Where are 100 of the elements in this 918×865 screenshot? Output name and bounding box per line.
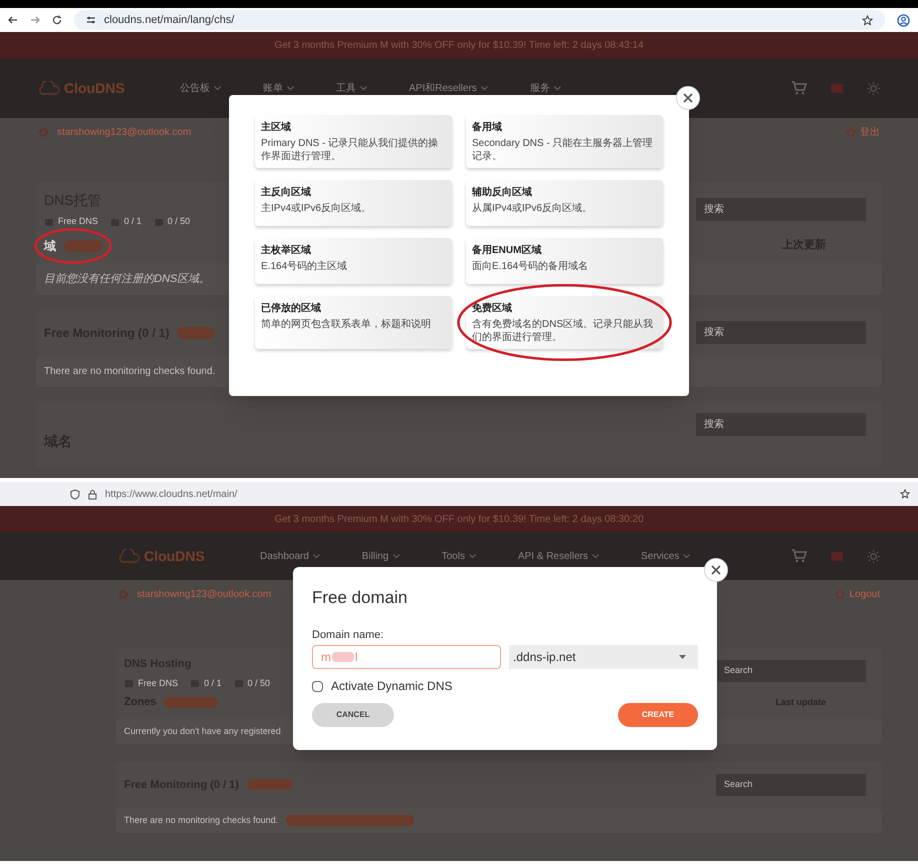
nav-item[interactable]: Billing (362, 548, 400, 564)
flag-icon[interactable] (831, 552, 843, 560)
cancel-button[interactable]: CANCEL (312, 703, 394, 727)
promo-text: Get 3 months Premium M with 30% OFF only for $10.39! Time left: 2 days 08:43:14 (274, 38, 644, 52)
card-description: 简单的网页包含联系表单，标题和说明 (261, 318, 432, 331)
address-bar[interactable]: cloudns.net/main/lang/chs/ (74, 10, 885, 30)
nav-item[interactable]: 账单 (263, 80, 294, 96)
stat-text: 0 / 1 (204, 676, 222, 690)
nav-item[interactable]: 工具 (336, 80, 367, 96)
nav-item[interactable]: API和Resellers (409, 80, 488, 96)
sun-icon[interactable] (867, 82, 880, 94)
nav-item[interactable]: Dashboard (260, 548, 320, 564)
card-description: E.164号码的主区域 (261, 260, 348, 273)
chevron-down-icon (287, 86, 294, 90)
site-settings-icon (86, 15, 96, 25)
add-check-badge[interactable] (177, 326, 216, 338)
stat-text: 0 / 50 (168, 215, 190, 228)
card-description: 含有免费域名的DNS区域。记录只能从我们的界面进行管理。 (472, 318, 654, 344)
chevron-down-icon (312, 554, 320, 558)
chevron-down-icon (592, 554, 599, 558)
domain-name-field[interactable]: m l (312, 645, 502, 669)
lock-icon (88, 488, 97, 500)
reload-icon[interactable] (52, 15, 62, 25)
search-field[interactable]: 搜索 (696, 198, 866, 221)
card-title: 备用ENUM区域 (472, 244, 542, 258)
forward-icon[interactable] (30, 15, 40, 25)
card-description: Primary DNS - 记录只能从我们提供的操作界面进行管理。 (261, 137, 440, 163)
card-description: 从属IPv4或IPv6反向区域。 (472, 202, 594, 215)
stat-text: Free DNS (58, 215, 98, 228)
zone-type-card[interactable]: 主枚举区域 E.164号码的主区域 (255, 238, 452, 284)
card-title: 辅助反向区域 (472, 186, 533, 200)
logout-button[interactable]: Logout (835, 586, 880, 602)
search-field[interactable]: Search (716, 774, 866, 796)
card-description: 面向E.164号码的备用域名 (472, 260, 590, 273)
card-title: 主反向区域 (261, 185, 312, 200)
cloud-logo-icon[interactable] (38, 81, 60, 95)
cloud-logo-icon[interactable] (118, 549, 140, 563)
checkbox[interactable] (312, 680, 323, 692)
stat-text: Free DNS (138, 676, 178, 690)
url-text: cloudns.net/main/lang/chs/ (104, 12, 234, 28)
create-button[interactable]: CREATE (618, 703, 698, 727)
card-title: 主枚举区域 (261, 243, 312, 258)
close-icon (683, 93, 693, 103)
profile-icon[interactable] (897, 14, 910, 26)
card-title: 免费区域 (472, 302, 513, 316)
user-email[interactable]: starshowing123@outlook.com (137, 586, 272, 602)
chevron-down-icon (554, 86, 561, 90)
sun-icon[interactable] (867, 550, 880, 562)
cart-icon[interactable] (791, 81, 807, 95)
add-check-badge[interactable] (286, 814, 414, 826)
nav-item[interactable]: API & Resellers (518, 548, 599, 564)
chevron-down-icon (360, 86, 367, 90)
stat-text: 0 / 50 (248, 676, 270, 690)
chevron-down-icon (480, 86, 488, 90)
card-title: 主区域 (261, 120, 292, 135)
zone-type-card[interactable]: 主区域 Primary DNS - 记录只能从我们提供的操作界面进行管理。 (255, 115, 452, 168)
chevron-down-icon (468, 554, 476, 558)
nav-item[interactable]: 公告板 (180, 80, 221, 96)
chevron-down-icon (683, 554, 690, 558)
section-label: 域 (44, 238, 56, 254)
card-title: 备用域 (472, 120, 503, 135)
star-icon[interactable] (900, 489, 910, 499)
url-text: https://www.cloudns.net/main/ (105, 488, 238, 502)
nav-item[interactable]: Tools (442, 548, 476, 564)
zone-type-card[interactable]: 备用域 Secondary DNS - 只能在主服务器上管理记录。 (466, 115, 663, 168)
user-email[interactable]: starshowing123@outlook.com (57, 124, 192, 140)
checkbox-label: Activate Dynamic DNS (331, 678, 452, 695)
power-icon (846, 127, 856, 137)
redaction-blur (332, 652, 354, 662)
card-description: Secondary DNS - 只能在主服务器上管理记录。 (472, 137, 654, 163)
back-icon[interactable] (8, 15, 18, 25)
promo-text: Get 3 months Premium M with 30% OFF only for $10.39! Time left: 2 days 08:30:20 (274, 512, 644, 526)
search-field[interactable]: Search (716, 660, 866, 682)
zone-type-card[interactable]: 主反向区域 主IPv4或IPv6反向区域。 (255, 180, 452, 226)
close-icon (711, 565, 721, 575)
logout-button[interactable]: 登出 (846, 124, 880, 140)
flag-icon[interactable] (831, 84, 843, 92)
nav-item[interactable]: 服务 (530, 80, 561, 96)
zone-type-card[interactable]: 辅助反向区域 从属IPv4或IPv6反向区域。 (466, 180, 663, 226)
chevron-down-icon (392, 554, 400, 558)
search-field[interactable]: 搜索 (696, 321, 866, 344)
nav-item[interactable]: Services (641, 548, 690, 564)
zone-type-card[interactable]: 备用ENUM区域 面向E.164号码的备用域名 (466, 238, 663, 284)
card-title: 已停放的区域 (261, 302, 322, 316)
search-field[interactable]: 搜索 (696, 413, 866, 436)
chevron-down-icon (214, 86, 221, 90)
create-zone-badge[interactable] (164, 696, 218, 708)
create-zone-badge[interactable] (64, 240, 102, 252)
add-check-badge[interactable] (246, 779, 293, 790)
gear-icon[interactable] (38, 126, 49, 138)
cart-icon[interactable] (791, 549, 807, 563)
card-description: 主IPv4或IPv6反向区域。 (261, 202, 372, 215)
power-icon (835, 589, 846, 599)
empty-message: There are no monitoring checks found. (124, 814, 278, 827)
domain-suffix-select[interactable]: .ddns-ip.net (509, 645, 698, 669)
star-icon[interactable] (862, 14, 873, 26)
zone-type-card[interactable]: 免费区域 含有免费域名的DNS区域。记录只能从我们的界面进行管理。 (466, 296, 663, 349)
gear-icon[interactable] (118, 588, 129, 600)
caret-icon (679, 655, 686, 659)
zone-type-card[interactable]: 已停放的区域 简单的网页包含联系表单，标题和说明 (255, 296, 452, 349)
